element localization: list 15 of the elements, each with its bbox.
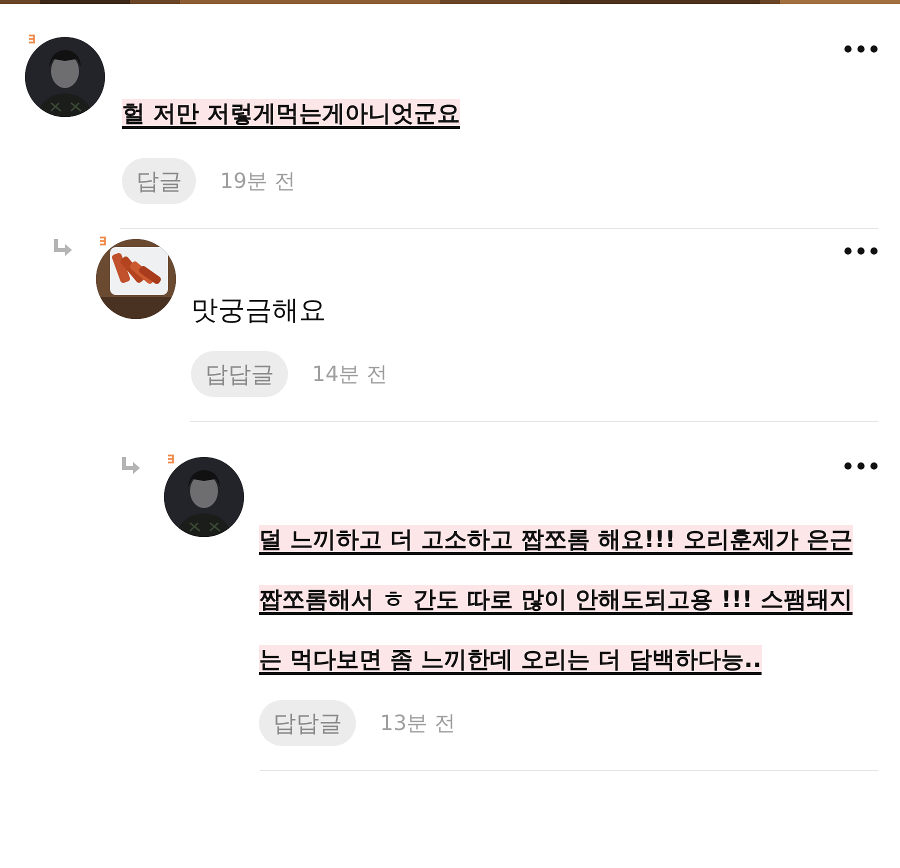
more-options-icon[interactable] xyxy=(844,462,878,470)
reply-arrow-icon xyxy=(52,239,72,257)
level-badge-icon xyxy=(28,34,36,44)
comment-time: 19분 전 xyxy=(220,168,296,195)
reply-button[interactable]: 답답글 xyxy=(191,351,288,397)
comment-time: 14분 전 xyxy=(312,361,388,388)
comment-time: 13분 전 xyxy=(380,710,456,737)
level-badge-icon xyxy=(99,236,107,246)
reply-arrow-icon xyxy=(120,457,140,475)
more-options-icon[interactable] xyxy=(844,247,878,255)
more-options-icon[interactable] xyxy=(844,45,878,53)
reply-button[interactable]: 답글 xyxy=(122,158,196,204)
comment-text: 맛궁금해요 xyxy=(191,294,327,328)
level-badge-icon xyxy=(167,454,175,464)
reply-button[interactable]: 답답글 xyxy=(259,700,356,746)
